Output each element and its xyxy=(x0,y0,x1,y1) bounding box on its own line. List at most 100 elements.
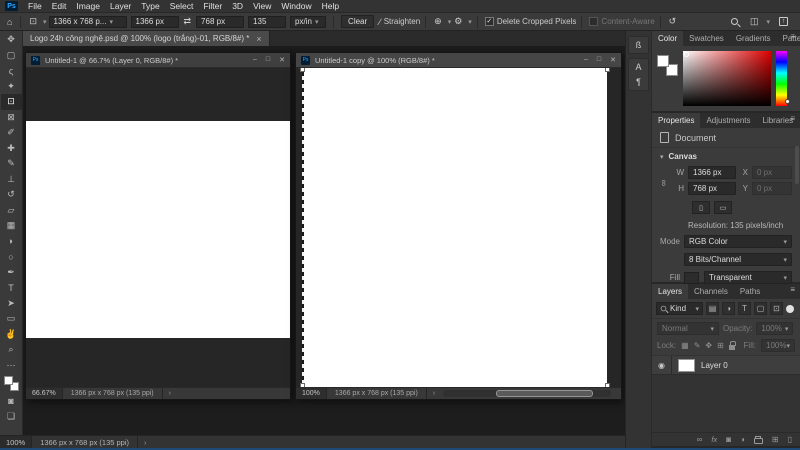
eraser-tool-icon[interactable]: ▱ xyxy=(1,203,22,219)
rectangle-tool-icon[interactable]: ▭ xyxy=(1,311,22,327)
crop-height-input[interactable]: 768 px xyxy=(196,16,244,28)
tab-gradients[interactable]: Gradients xyxy=(730,31,777,46)
screen-mode-button[interactable]: ❏ xyxy=(1,409,22,425)
crop-handle[interactable] xyxy=(605,68,610,72)
window-title-bar[interactable]: Ps Untitled-1 copy @ 100% (RGB/8#) * – □… xyxy=(296,53,621,68)
canvas-fill-dropdown[interactable]: Transparent ▾ xyxy=(704,271,792,284)
crop-width-input[interactable]: 1366 px xyxy=(131,16,179,28)
gradient-tool-icon[interactable]: ▦ xyxy=(1,218,22,234)
lasso-tool-icon[interactable]: ς xyxy=(1,63,22,79)
frame-tool-icon[interactable]: ⊠ xyxy=(1,110,22,126)
move-tool-icon[interactable]: ✥ xyxy=(1,32,22,48)
reset-tool-icon[interactable]: ↺ xyxy=(666,16,680,27)
close-button[interactable]: ✕ xyxy=(610,56,616,64)
menu-item[interactable]: Select xyxy=(165,1,199,11)
panel-menu-icon[interactable]: ≡ xyxy=(785,114,800,123)
paragraph-panel-icon[interactable]: ¶ xyxy=(636,77,641,87)
blur-tool-icon[interactable]: ◗ xyxy=(1,234,22,250)
delete-layer-trash-icon[interactable]: ▯ xyxy=(788,435,792,444)
status-options-chevron[interactable]: › xyxy=(427,390,441,397)
rectangular-marquee-tool-icon[interactable]: ▢ xyxy=(1,48,22,64)
opacity-field[interactable]: 100% ▾ xyxy=(756,322,793,335)
resolution-unit-dropdown[interactable]: px/in ▾ xyxy=(290,16,326,28)
adjustment-layer-icon[interactable]: ◑ xyxy=(740,435,745,444)
eyedropper-tool-icon[interactable]: ✐ xyxy=(1,125,22,141)
canvas[interactable] xyxy=(303,68,607,387)
clone-stamp-tool-icon[interactable]: ⊥ xyxy=(1,172,22,188)
pen-tool-icon[interactable]: ✒ xyxy=(1,265,22,281)
layer-style-fx-icon[interactable]: fx xyxy=(711,435,717,444)
zoom-level-field[interactable]: 100% xyxy=(296,388,327,399)
delete-cropped-pixels-checkbox[interactable]: ✓ xyxy=(485,17,494,26)
document-viewport[interactable] xyxy=(296,68,621,387)
lock-transparent-pixels-icon[interactable]: ▦ xyxy=(681,341,689,350)
menu-item[interactable]: Type xyxy=(136,1,164,11)
content-aware-checkbox[interactable] xyxy=(589,17,598,26)
menu-item[interactable]: Edit xyxy=(47,1,72,11)
new-layer-icon[interactable]: ⊞ xyxy=(772,435,779,444)
landscape-orientation-button[interactable]: ▭ xyxy=(714,201,732,214)
menu-item[interactable]: Image xyxy=(71,1,105,11)
new-group-folder-icon[interactable] xyxy=(754,438,763,444)
straighten-icon[interactable]: ∕ xyxy=(376,17,384,27)
blend-mode-dropdown[interactable]: Normal ▾ xyxy=(657,322,719,335)
layer-thumbnail[interactable] xyxy=(678,359,695,372)
crop-resolution-input[interactable]: 135 xyxy=(248,16,286,28)
tab-adjustments[interactable]: Adjustments xyxy=(700,113,756,128)
lock-image-pixels-icon[interactable]: ✎ xyxy=(694,341,701,350)
crop-settings-gear-icon[interactable]: ⚙ xyxy=(451,16,465,27)
character-panel-icon[interactable]: A xyxy=(635,62,641,72)
straighten-label[interactable]: Straighten xyxy=(384,17,420,26)
canvas-section-header[interactable]: ▾ Canvas xyxy=(652,148,800,163)
tab-swatches[interactable]: Swatches xyxy=(683,31,730,46)
layer-name[interactable]: Layer 0 xyxy=(701,361,728,370)
document-viewport[interactable] xyxy=(26,68,290,387)
document-tab[interactable]: Logo 24h công nghệ.psd @ 100% (logo (trắ… xyxy=(23,31,270,46)
spot-healing-brush-tool-icon[interactable]: ✚ xyxy=(1,141,22,157)
menu-item[interactable]: 3D xyxy=(227,1,248,11)
window-title-bar[interactable]: Ps Untitled-1 @ 66.7% (Layer 0, RGB/8#) … xyxy=(26,53,290,68)
workspace-switcher-icon[interactable]: ◫ xyxy=(747,16,762,27)
tab-color[interactable]: Color xyxy=(652,31,683,46)
close-button[interactable]: ✕ xyxy=(279,56,285,64)
hand-tool-icon[interactable]: ✌ xyxy=(1,327,22,343)
crop-ratio-dropdown[interactable]: 1366 x 768 p... ▾ xyxy=(49,16,127,28)
color-picker-marker[interactable] xyxy=(684,52,689,57)
menu-item[interactable]: Filter xyxy=(198,1,227,11)
portrait-orientation-button[interactable]: ▯ xyxy=(692,201,710,214)
canvas-fill-swatch[interactable] xyxy=(684,272,699,284)
add-layer-mask-icon[interactable]: ◙ xyxy=(726,435,731,444)
type-tool-icon[interactable]: T xyxy=(1,280,22,296)
edit-toolbar-icon[interactable]: ⋯ xyxy=(1,358,22,374)
foreground-color-swatch[interactable] xyxy=(657,55,669,67)
color-panel-swatches[interactable] xyxy=(657,55,678,76)
hue-slider-marker[interactable] xyxy=(785,99,790,104)
crop-tool-icon[interactable]: ⊡ xyxy=(1,94,22,110)
swap-dimensions-icon[interactable]: ⇄ xyxy=(181,16,195,27)
crop-handle[interactable] xyxy=(605,383,610,387)
home-icon[interactable]: ⌂ xyxy=(4,17,15,27)
filter-shape-layers-icon[interactable]: ▢ xyxy=(754,302,767,315)
lock-all-icon[interactable] xyxy=(729,345,735,350)
menu-item[interactable]: Layer xyxy=(105,1,136,11)
lock-artboard-icon[interactable]: ⊞ xyxy=(717,341,724,350)
bit-depth-dropdown[interactable]: 8 Bits/Channel ▾ xyxy=(684,253,792,266)
status-options-chevron[interactable]: › xyxy=(138,438,153,447)
maximize-button[interactable]: □ xyxy=(597,56,601,64)
status-options-chevron[interactable]: › xyxy=(163,390,177,397)
foreground-background-colors[interactable] xyxy=(4,376,19,391)
filter-adjustment-layers-icon[interactable]: ◑ xyxy=(722,302,735,315)
filter-pixel-layers-icon[interactable]: ▤ xyxy=(706,302,719,315)
quick-mask-button[interactable]: ◙ xyxy=(1,393,22,409)
close-icon[interactable]: × xyxy=(256,34,261,44)
fill-field[interactable]: 100% ▾ xyxy=(761,339,795,352)
link-layers-icon[interactable]: ∞ xyxy=(697,435,703,444)
zoom-level-field[interactable]: 66.67% xyxy=(26,388,63,399)
zoom-level-field[interactable]: 100% xyxy=(0,436,32,448)
zoom-tool-icon[interactable]: ⌕ xyxy=(1,342,22,358)
search-icon[interactable] xyxy=(731,18,738,25)
tab-properties[interactable]: Properties xyxy=(652,113,700,128)
foreground-color-swatch[interactable] xyxy=(4,376,13,385)
canvas-width-field[interactable]: 1366 px xyxy=(688,166,736,179)
minimize-button[interactable]: – xyxy=(253,56,257,64)
